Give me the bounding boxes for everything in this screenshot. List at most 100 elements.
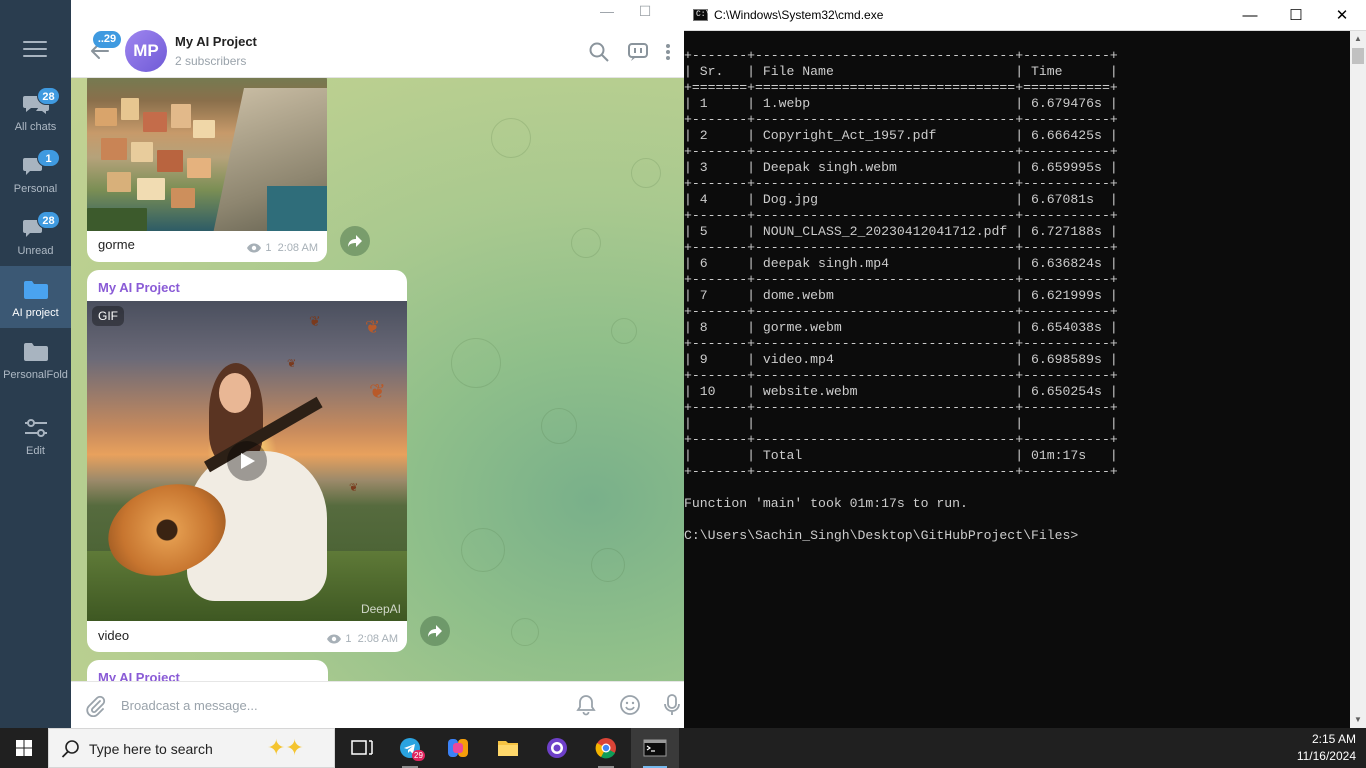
forward-button[interactable]	[420, 616, 450, 646]
background-doodle	[511, 618, 539, 646]
window-title: C:\Windows\System32\cmd.exe	[714, 8, 884, 22]
message-input[interactable]	[121, 694, 561, 716]
clock-time: 2:15 AM	[1311, 732, 1356, 746]
sender-name[interactable]: My AI Project	[98, 280, 180, 295]
taskbar-search[interactable]: Type here to search ✦✦	[48, 728, 335, 768]
forward-arrow-icon	[348, 235, 362, 247]
taskbar-chrome[interactable]	[582, 728, 630, 768]
telegram-titlebar: — ☐	[0, 0, 684, 24]
github-icon	[547, 738, 567, 758]
message-list[interactable]: gorme 1 2:08 AM My AI Project ❦ ❦ ❦ ❦ ❦ …	[71, 78, 684, 681]
minimize-icon[interactable]: —	[598, 2, 616, 20]
channel-title[interactable]: My AI Project	[175, 34, 257, 49]
folder-label: Personal	[13, 183, 58, 195]
background-doodle	[591, 548, 625, 582]
folder-personalfold[interactable]: PersonalFold	[0, 328, 71, 390]
desktop: — ☐ 28 All chats 1 Personal 28 Unread AI…	[0, 0, 1366, 768]
close-icon[interactable]: ✕	[1319, 0, 1365, 31]
task-view-icon	[351, 740, 373, 755]
taskbar: Type here to search ✦✦ 29 2:15 AM 11/16/…	[0, 728, 1366, 768]
folder-unread[interactable]: 28 Unread	[0, 204, 71, 266]
avatar[interactable]: MP	[125, 30, 167, 72]
play-icon	[241, 453, 255, 469]
maximize-icon[interactable]: ☐	[1273, 0, 1319, 31]
notification-badge: 29	[412, 750, 425, 761]
search-icon[interactable]	[588, 41, 610, 63]
scroll-up-icon[interactable]: ▲	[1350, 31, 1366, 47]
message-bubble[interactable]: gorme 1 2:08 AM	[87, 78, 327, 262]
play-button[interactable]	[227, 441, 267, 481]
message-time: 2:08 AM	[277, 242, 318, 254]
console-text: +-------+-------------------------------…	[684, 48, 1118, 543]
scroll-thumb[interactable]	[1352, 48, 1364, 64]
taskbar-github[interactable]	[533, 728, 581, 768]
folder-label: All chats	[14, 121, 57, 133]
folder-personal[interactable]: 1 Personal	[0, 142, 71, 204]
clock-date: 11/16/2024	[1296, 749, 1356, 763]
unread-badge: ..29	[93, 31, 121, 48]
composer	[71, 681, 684, 728]
folder-ai-project[interactable]: AI project	[0, 266, 71, 328]
background-doodle	[611, 318, 637, 344]
folder-icon	[24, 281, 48, 299]
folder-label: Edit	[26, 445, 45, 457]
folder-all-chats[interactable]: 28 All chats	[0, 80, 71, 142]
photo-cliff-village[interactable]	[87, 78, 327, 231]
background-doodle	[631, 158, 661, 188]
watermark: DeepAI	[360, 602, 401, 616]
folder-edit[interactable]: Edit	[0, 404, 71, 466]
start-button[interactable]	[0, 728, 48, 768]
more-vertical-icon[interactable]	[663, 41, 673, 63]
message-caption: video	[98, 628, 130, 643]
views-count: 1	[265, 242, 272, 254]
taskbar-file-explorer[interactable]	[484, 728, 532, 768]
taskbar-telegram[interactable]: 29	[386, 728, 434, 768]
message-bubble[interactable]: My AI Project	[87, 660, 328, 681]
taskbar-copilot[interactable]	[434, 728, 482, 768]
folder-icon	[24, 343, 48, 361]
copilot-icon	[448, 739, 468, 757]
chat-header: ..29 MP My AI Project 2 subscribers	[71, 24, 684, 78]
paperclip-icon[interactable]	[85, 695, 107, 717]
system-clock[interactable]: 2:15 AM 11/16/2024	[1297, 731, 1356, 765]
folders-sidebar: 28 All chats 1 Personal 28 Unread AI pro…	[0, 0, 71, 728]
telegram-icon	[400, 738, 420, 758]
live-stream-icon[interactable]	[627, 41, 649, 63]
folder-label: PersonalFold	[3, 369, 68, 381]
background-doodle	[491, 118, 531, 158]
folder-label: Unread	[17, 245, 54, 257]
message-bubble[interactable]: My AI Project ❦ ❦ ❦ ❦ ❦ GIF DeepAI video…	[87, 270, 407, 652]
scroll-down-icon[interactable]: ▼	[1350, 712, 1366, 728]
forward-button[interactable]	[340, 226, 370, 256]
cmd-icon	[643, 739, 667, 757]
hamburger-menu-icon[interactable]	[23, 41, 47, 61]
folder-label: AI project	[12, 307, 59, 319]
unread-badge: 28	[37, 87, 60, 105]
views-eye-icon	[327, 634, 342, 644]
views-count: 1	[345, 633, 352, 645]
cmd-titlebar: C:\ C:\Windows\System32\cmd.exe — ☐ ✕	[684, 0, 1366, 31]
views-eye-icon	[247, 243, 262, 253]
message-meta: 1 2:08 AM	[246, 242, 318, 254]
console-output[interactable]: +-------+-------------------------------…	[684, 31, 1350, 728]
maximize-icon[interactable]: ☐	[636, 2, 654, 20]
scrollbar[interactable]: ▲ ▼	[1350, 31, 1366, 728]
emoji-icon[interactable]	[619, 694, 641, 716]
search-placeholder: Type here to search	[89, 741, 213, 757]
gif-badge: GIF	[92, 306, 124, 326]
windows-logo-icon	[16, 740, 32, 756]
sender-name[interactable]: My AI Project	[98, 670, 180, 681]
microphone-icon[interactable]	[663, 694, 681, 716]
minimize-icon[interactable]: —	[1227, 0, 1273, 31]
forward-arrow-icon	[428, 625, 442, 637]
background-doodle	[461, 528, 505, 572]
video-guitar-girl[interactable]: ❦ ❦ ❦ ❦ ❦ GIF DeepAI	[87, 301, 407, 621]
sliders-icon	[25, 419, 47, 437]
message-caption: gorme	[98, 237, 135, 252]
telegram-window: — ☐ 28 All chats 1 Personal 28 Unread AI…	[0, 0, 684, 728]
bell-icon[interactable]	[575, 694, 597, 716]
channel-subtitle: 2 subscribers	[175, 54, 247, 68]
taskbar-cmd[interactable]	[631, 728, 679, 768]
task-view-button[interactable]	[338, 728, 386, 768]
search-icon	[61, 740, 79, 758]
